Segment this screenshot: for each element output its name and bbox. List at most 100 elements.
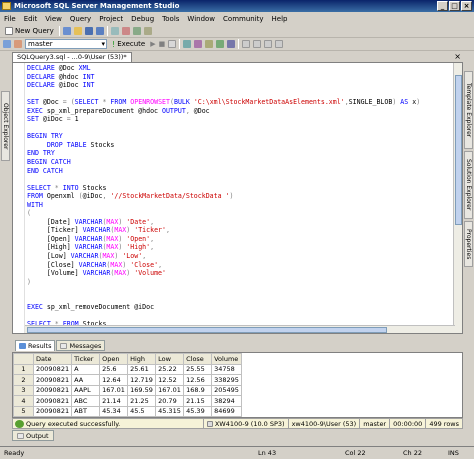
table-cell[interactable]: 45.39	[183, 405, 213, 417]
properties-tab[interactable]: Properties	[464, 221, 473, 267]
row-number-header[interactable]	[13, 353, 34, 365]
menu-file[interactable]: File	[4, 15, 16, 23]
template-explorer-icon[interactable]	[132, 27, 141, 35]
parse-icon[interactable]	[168, 40, 177, 48]
table-cell[interactable]: 20090821	[32, 384, 73, 396]
activity-monitor-icon[interactable]	[110, 27, 119, 35]
table-cell[interactable]: 45.34	[99, 405, 129, 417]
open-file-icon[interactable]	[62, 27, 71, 35]
query-editor[interactable]: DECLARE @Doc XML DECLARE @hdoc INT DECLARE…	[12, 62, 463, 334]
table-cell[interactable]: 20090821	[32, 363, 73, 375]
row-number[interactable]: 1	[13, 363, 34, 375]
table-cell[interactable]: 21.15	[183, 395, 213, 407]
row-number[interactable]: 4	[13, 395, 34, 407]
menu-community[interactable]: Community	[223, 15, 264, 23]
table-cell[interactable]: 167.01	[155, 384, 185, 396]
table-cell[interactable]: 12.64	[99, 374, 129, 386]
results-to-grid-icon[interactable]	[216, 40, 225, 48]
save-icon[interactable]	[84, 27, 93, 35]
table-row[interactable]: 2 20090821 AA 12.64 12.719 12.52 12.56 338295	[13, 374, 243, 386]
save-all-icon[interactable]	[95, 27, 104, 35]
menu-window[interactable]: Window	[187, 15, 215, 23]
scrollbar-thumb[interactable]	[27, 327, 387, 333]
menu-debug[interactable]: Debug	[131, 15, 154, 23]
row-number[interactable]: 2	[13, 374, 34, 386]
connect-icon[interactable]	[3, 40, 11, 48]
table-cell[interactable]: 25.6	[99, 363, 129, 375]
table-cell[interactable]: 12.52	[155, 374, 185, 386]
properties-icon[interactable]	[143, 27, 152, 35]
table-cell[interactable]: 167.01	[99, 384, 129, 396]
table-row[interactable]: 1 20090821 A 25.6 25.61 25.22 25.55 34758	[13, 363, 243, 375]
decrease-indent-icon[interactable]	[264, 40, 273, 48]
editor-horizontal-scrollbar[interactable]	[25, 325, 455, 333]
query-options-icon[interactable]	[194, 40, 203, 48]
table-cell[interactable]: 20090821	[32, 405, 73, 417]
stop-icon[interactable]: ■	[159, 40, 166, 48]
sql-code[interactable]: DECLARE @Doc XML DECLARE @hdoc INT DECLARE…	[27, 64, 453, 332]
maximize-button[interactable]: □	[449, 1, 460, 11]
menu-project[interactable]: Project	[99, 15, 123, 23]
column-header-low[interactable]: Low	[155, 353, 185, 365]
column-header-open[interactable]: Open	[99, 353, 129, 365]
menu-query[interactable]: Query	[70, 15, 91, 23]
table-cell[interactable]: 168.9	[183, 384, 213, 396]
minimize-button[interactable]: _	[437, 1, 448, 11]
close-button[interactable]: ×	[461, 1, 472, 11]
table-cell[interactable]: 20090821	[32, 395, 73, 407]
menu-view[interactable]: View	[45, 15, 62, 23]
results-grid[interactable]: Date Ticker Open High Low Close Volume 1 200908…	[12, 352, 463, 418]
column-header-high[interactable]: High	[127, 353, 157, 365]
table-cell[interactable]: AA	[71, 374, 101, 386]
table-cell[interactable]: A	[71, 363, 101, 375]
disconnect-icon[interactable]	[14, 40, 22, 48]
new-query-button[interactable]: New Query	[3, 26, 56, 37]
query-document-tab[interactable]: SQLQuery3.sql - ...0-9\User (53))*	[12, 52, 132, 62]
close-icon[interactable]: ×	[454, 52, 461, 61]
table-cell[interactable]: ABC	[71, 395, 101, 407]
tab-messages[interactable]: Messages	[56, 340, 106, 351]
menu-help[interactable]: Help	[272, 15, 288, 23]
display-plan-icon[interactable]	[183, 40, 192, 48]
table-cell[interactable]: ABT	[71, 405, 101, 417]
table-cell[interactable]: 25.61	[127, 363, 157, 375]
comment-icon[interactable]	[242, 40, 251, 48]
table-cell[interactable]: 169.59	[127, 384, 157, 396]
table-cell[interactable]: 21.14	[99, 395, 129, 407]
table-cell[interactable]: 84699	[211, 405, 243, 417]
output-tab[interactable]: Output	[12, 430, 54, 441]
object-explorer-icon[interactable]	[121, 27, 130, 35]
scrollbar-thumb[interactable]	[455, 75, 462, 225]
table-cell[interactable]: 25.22	[155, 363, 185, 375]
table-cell[interactable]: 20090821	[32, 374, 73, 386]
table-cell[interactable]: 34758	[211, 363, 243, 375]
results-to-file-icon[interactable]	[227, 40, 236, 48]
table-cell[interactable]: 25.55	[183, 363, 213, 375]
table-cell[interactable]: 338295	[211, 374, 243, 386]
table-cell[interactable]: 12.719	[127, 374, 157, 386]
table-row[interactable]: 5 20090821 ABT 45.34 45.5 45.315 45.39 84699	[13, 405, 243, 417]
column-header-close[interactable]: Close	[183, 353, 213, 365]
uncomment-icon[interactable]	[253, 40, 262, 48]
results-to-text-icon[interactable]	[205, 40, 214, 48]
table-cell[interactable]: 45.5	[127, 405, 157, 417]
table-cell[interactable]: 205495	[211, 384, 243, 396]
table-cell[interactable]: 38294	[211, 395, 243, 407]
table-cell[interactable]: 45.315	[155, 405, 185, 417]
menu-edit[interactable]: Edit	[24, 15, 38, 23]
solution-explorer-tab[interactable]: Solution Explorer	[464, 151, 473, 219]
debug-icon[interactable]: ▶	[150, 40, 155, 48]
table-cell[interactable]: 21.25	[127, 395, 157, 407]
template-explorer-tab[interactable]: Template Explorer	[464, 71, 473, 149]
column-header-ticker[interactable]: Ticker	[71, 353, 101, 365]
database-selector[interactable]: master	[25, 39, 107, 49]
table-cell[interactable]: 20.79	[155, 395, 185, 407]
menu-tools[interactable]: Tools	[162, 15, 179, 23]
tab-results[interactable]: Results	[15, 340, 56, 351]
increase-indent-icon[interactable]	[275, 40, 284, 48]
column-header-date[interactable]: Date	[32, 353, 73, 365]
row-number[interactable]: 5	[13, 405, 34, 417]
row-number[interactable]: 3	[13, 384, 34, 396]
editor-vertical-scrollbar[interactable]	[453, 63, 462, 333]
table-cell[interactable]: 12.56	[183, 374, 213, 386]
